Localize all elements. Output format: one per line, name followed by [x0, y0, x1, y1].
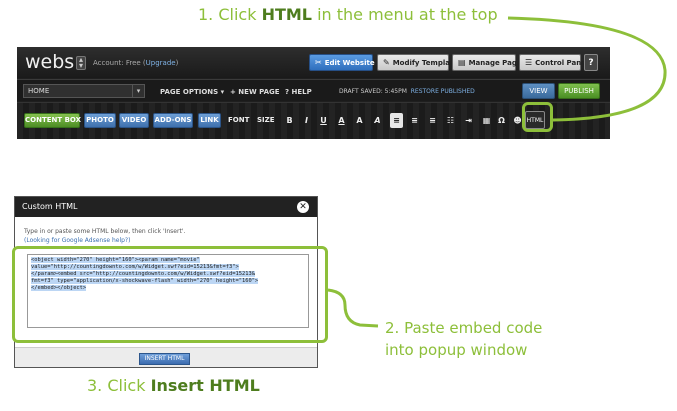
- bold-button[interactable]: B: [283, 113, 296, 128]
- table-icon[interactable]: ▦: [480, 113, 493, 128]
- restore-published-link[interactable]: RESTORE PUBLISHED: [411, 88, 475, 95]
- link-button[interactable]: LINK: [198, 113, 221, 128]
- sliders-icon: ☰: [525, 58, 533, 67]
- publish-button[interactable]: PUBLISH: [558, 83, 600, 99]
- align-center-icon[interactable]: ≡: [408, 113, 421, 128]
- account-status: Account: Free (Upgrade): [93, 59, 178, 67]
- photo-button[interactable]: PHOTO: [84, 113, 116, 128]
- step-1-annotation: 1. Click HTML in the menu at the top: [198, 5, 498, 24]
- account-label-close: ): [175, 59, 179, 67]
- step-2-annotation: 2. Paste embed code into popup window: [385, 317, 542, 361]
- page-options-menu[interactable]: PAGE OPTIONS ▾: [160, 88, 224, 96]
- help-icon[interactable]: ?: [584, 54, 598, 71]
- step-2-line-1: 2. Paste embed code: [385, 319, 543, 337]
- upgrade-link[interactable]: Upgrade: [146, 59, 176, 67]
- video-button[interactable]: VIDEO: [119, 113, 149, 128]
- content-box-button[interactable]: CONTENT BOX: [24, 113, 81, 128]
- dialog-footer: INSERT HTML: [15, 347, 317, 367]
- clear-format-icon[interactable]: A: [371, 113, 384, 128]
- draft-status: DRAFT SAVED: 5:45PM RESTORE PUBLISHED: [339, 88, 475, 95]
- highlight-color-icon[interactable]: A: [353, 113, 366, 128]
- webs-logo: webs: [25, 51, 75, 73]
- close-icon[interactable]: ✕: [297, 201, 309, 213]
- text-color-icon[interactable]: A: [335, 113, 348, 128]
- special-char-icon[interactable]: Ω: [495, 113, 508, 128]
- textarea-highlight: [12, 246, 328, 343]
- tools-icon: ✂: [315, 58, 322, 67]
- step-2-connector: [327, 288, 379, 328]
- font-menu[interactable]: FONT: [228, 116, 249, 124]
- step-2-line-2: into popup window: [385, 341, 528, 359]
- page-select[interactable]: HOME ▾: [23, 84, 145, 98]
- new-page-button[interactable]: + NEW PAGE: [230, 88, 280, 96]
- manage-pages-label: Manage Pages: [468, 59, 526, 67]
- brush-icon: ✎: [383, 58, 390, 67]
- view-button[interactable]: VIEW: [522, 83, 555, 99]
- chevron-down-icon: ▾: [132, 85, 144, 97]
- align-left-icon[interactable]: ≡: [390, 113, 403, 128]
- dialog-header: Custom HTML ✕: [15, 197, 317, 217]
- align-right-icon[interactable]: ≡: [426, 113, 439, 128]
- edit-website-label: Edit Website: [324, 59, 375, 67]
- italic-button[interactable]: I: [300, 113, 313, 128]
- edit-website-button[interactable]: ✂ Edit Website: [309, 54, 375, 71]
- step-1-suffix: in the menu at the top: [311, 5, 498, 24]
- add-ons-button[interactable]: ADD-ONS: [153, 113, 193, 128]
- dialog-instructions: Type in or paste some HTML below, then c…: [24, 228, 186, 235]
- editor-top-bar: webs ▴ ▾ Account: Free (Upgrade) ✂ Edit We…: [17, 47, 610, 78]
- adsense-help-link[interactable]: (Looking for Google Adsense help?): [24, 237, 130, 244]
- step-3-annotation: 3. Click Insert HTML: [87, 376, 260, 395]
- tutorial-stage: 1. Click HTML in the menu at the top web…: [0, 0, 677, 411]
- pages-icon: ▤: [458, 58, 466, 67]
- html-button-highlight: [522, 102, 553, 132]
- step-1-prefix: 1. Click: [198, 5, 262, 24]
- insert-html-button[interactable]: INSERT HTML: [139, 353, 190, 365]
- step-3-prefix: 3. Click: [87, 376, 151, 395]
- page-bar: HOME ▾ PAGE OPTIONS ▾ + NEW PAGE ? HELP D…: [17, 79, 610, 101]
- indent-icon[interactable]: ⇥: [462, 113, 475, 128]
- draft-saved-text: DRAFT SAVED: 5:45PM: [339, 88, 407, 95]
- site-switcher-icon[interactable]: ▴ ▾: [76, 56, 86, 70]
- account-label: Account: Free (: [93, 59, 146, 67]
- modify-template-label: Modify Template: [392, 59, 459, 67]
- modify-template-button[interactable]: ✎ Modify Template: [377, 54, 458, 71]
- dialog-title: Custom HTML: [22, 202, 78, 211]
- help-link[interactable]: ? HELP: [285, 88, 312, 96]
- underline-button[interactable]: U: [317, 113, 330, 128]
- bullet-list-icon[interactable]: ☷: [444, 113, 457, 128]
- step-3-bold: Insert HTML: [150, 376, 260, 395]
- control-panel-button[interactable]: ☰ Control Panel: [519, 54, 588, 71]
- size-menu[interactable]: SIZE: [257, 116, 275, 124]
- page-select-value: HOME: [28, 87, 50, 95]
- step-1-bold: HTML: [261, 5, 312, 24]
- manage-pages-button[interactable]: ▤ Manage Pages: [452, 54, 526, 71]
- control-panel-label: Control Panel: [535, 59, 589, 67]
